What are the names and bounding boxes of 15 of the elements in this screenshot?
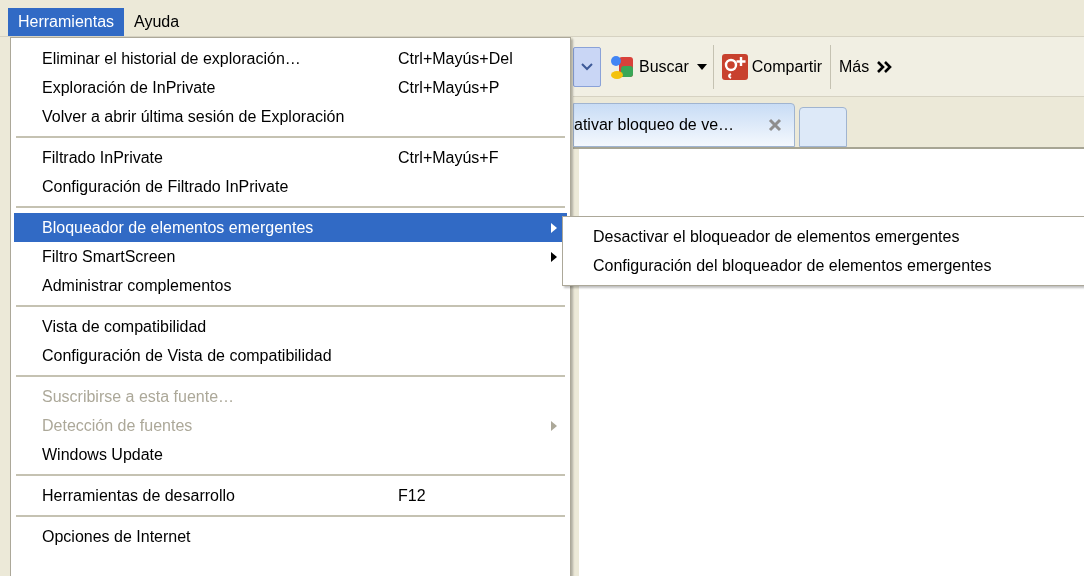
browser-tab[interactable]: ativar bloqueo de ve… [573,103,795,147]
caret-icon[interactable] [696,63,707,70]
menu-bar-item[interactable]: Herramientas [8,8,125,36]
menu-item[interactable]: Bloqueador de elementos emergentes [14,213,567,242]
close-icon[interactable] [768,118,782,132]
tab-title: ativar bloqueo de ve… [574,115,735,135]
chevron-down-icon [581,62,593,71]
plus-logo-icon [721,53,748,80]
colorful-logo-icon [609,53,635,80]
toolbar-button[interactable]: Más [837,54,896,79]
menu-bar-item[interactable]: Ayuda [124,8,190,36]
dropdown-button[interactable] [573,46,601,87]
toolbar-button[interactable]: Buscar [607,53,691,80]
double-chevron-icon [877,60,894,73]
toolbar-button[interactable]: Compartir [719,53,825,80]
